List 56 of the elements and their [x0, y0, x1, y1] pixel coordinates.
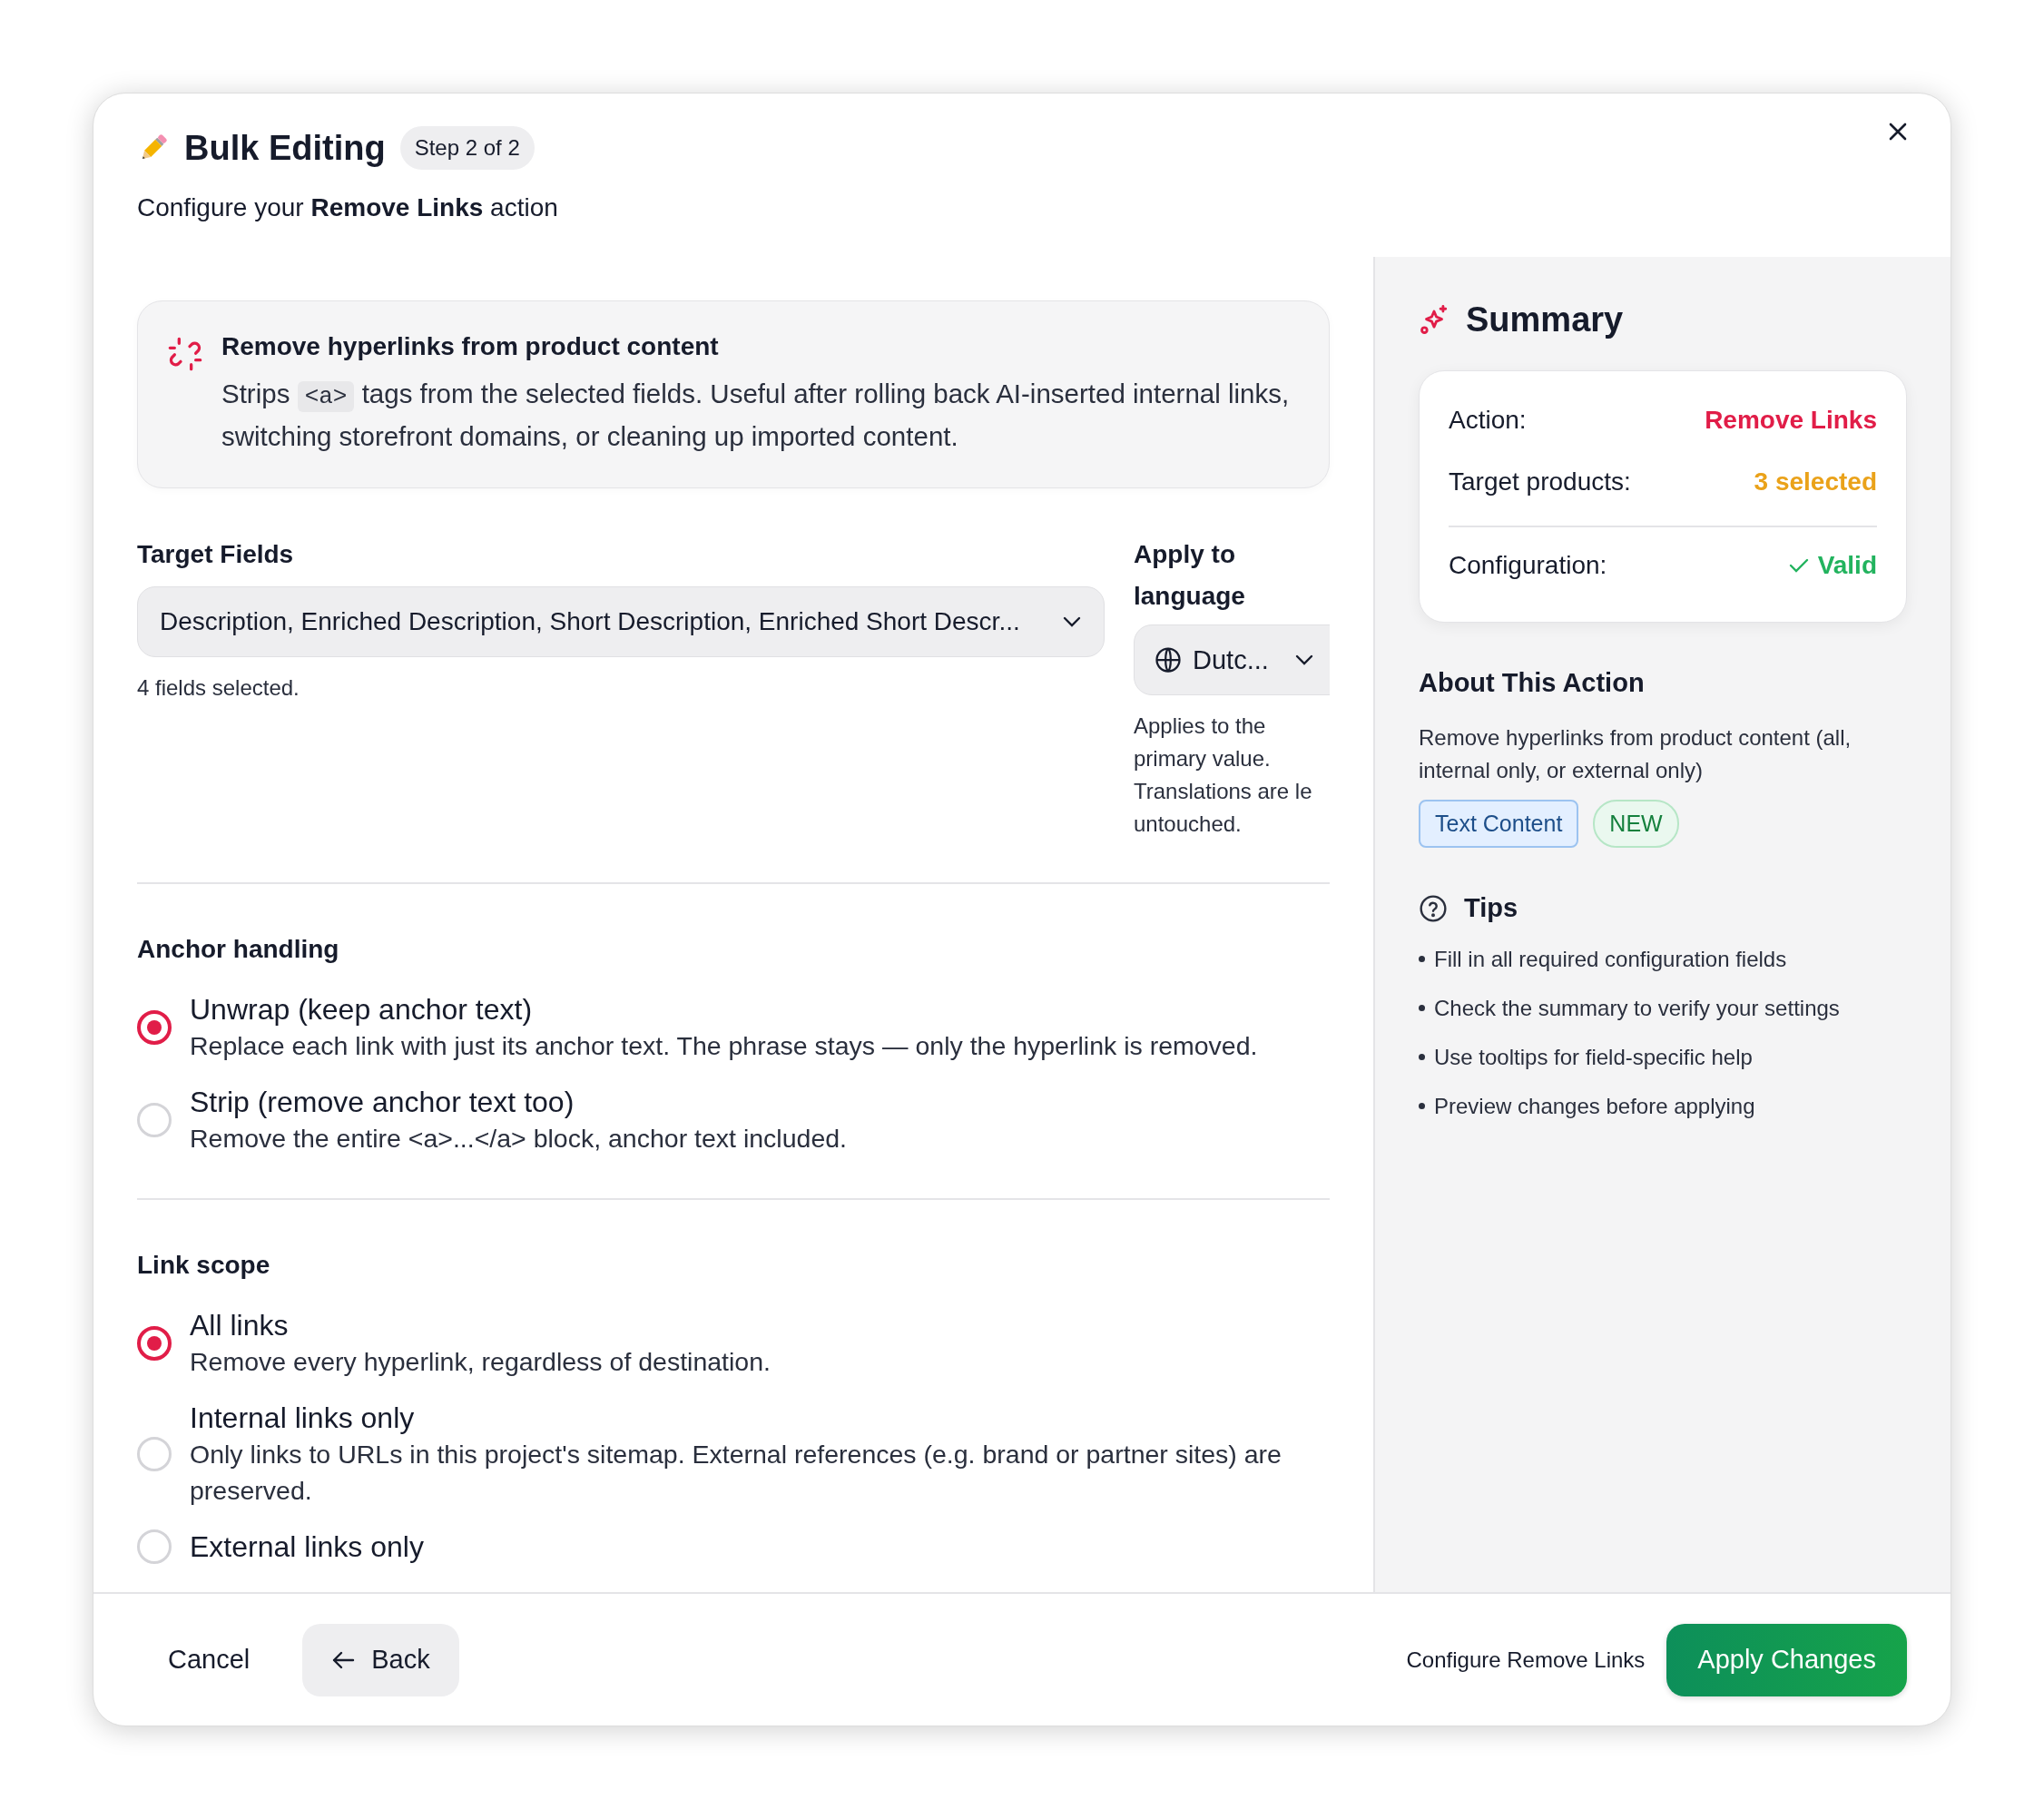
- sparkle-icon: [1419, 304, 1449, 336]
- new-badge: NEW: [1593, 800, 1679, 848]
- option-title: All links: [190, 1308, 290, 1343]
- summary-label: Target products:: [1449, 467, 1631, 497]
- option-description: Remove every hyperlink, regardless of destination.: [190, 1346, 771, 1378]
- summary-value: Valid: [1817, 551, 1877, 580]
- info-title: Remove hyperlinks from product content: [221, 332, 720, 361]
- chevron-down-icon: [1062, 615, 1082, 628]
- summary-label: Configuration:: [1449, 551, 1607, 580]
- back-button[interactable]: Back: [302, 1623, 459, 1696]
- summary-label: Action:: [1449, 406, 1527, 435]
- field-label: Apply to language: [1134, 539, 1246, 612]
- check-icon: [1788, 557, 1809, 574]
- arrow-left-icon: [331, 1649, 356, 1670]
- bullet-icon: [1419, 1005, 1425, 1011]
- option-title: Strip (remove anchor text too): [190, 1085, 575, 1120]
- summary-value: Remove Links: [1705, 406, 1877, 435]
- language-dropdown[interactable]: Dutc...: [1134, 624, 1330, 695]
- cancel-button[interactable]: Cancel: [137, 1627, 281, 1693]
- info-text: Strips <a> tags from the selected fields. Useful after rolling back AI-inserted internal links, switching storefront domains, or cleaning up imported content.: [221, 378, 1291, 453]
- option-description: Only links to URLs in this project's sitemap. External references (e.g. brand or partner sites) are preserved.: [190, 1439, 1282, 1507]
- option-title: Unwrap (keep anchor text): [190, 992, 534, 1027]
- dialog-subtitle: Configure your Remove Links action: [137, 193, 559, 222]
- bullet-icon: [1419, 956, 1425, 962]
- target-fields-dropdown[interactable]: Description, Enriched Description, Short Description, Enriched Short Descr...: [137, 586, 1105, 657]
- broken-link-icon: [167, 336, 203, 372]
- tip-text: Check the summary to verify your settings: [1434, 996, 1840, 1021]
- tip-text: Preview changes before applying: [1434, 1094, 1755, 1119]
- option-title: Internal links only: [190, 1401, 416, 1436]
- help-icon: [1419, 893, 1448, 923]
- step-badge: Step 2 of 2: [399, 126, 535, 170]
- footer-hint: Configure Remove Links: [1406, 1647, 1646, 1673]
- radio-button[interactable]: [137, 1326, 172, 1361]
- bullet-icon: [1419, 1103, 1425, 1109]
- section-label: Link scope: [137, 1251, 271, 1280]
- section-heading: Tips: [1464, 893, 1518, 923]
- summary-value: 3 selected: [1754, 467, 1877, 497]
- radio-button[interactable]: [137, 1010, 172, 1045]
- dialog-title: Bulk Editing: [184, 128, 386, 168]
- section-heading: About This Action: [1419, 668, 1646, 698]
- tip-text: Use tooltips for field-specific help: [1434, 1045, 1753, 1070]
- option-description: Replace each link with just its anchor text. The phrase stays — only the hyperlink is removed.: [190, 1030, 1258, 1062]
- option-description: Remove the entire <a>...</a> block, anchor text included.: [190, 1123, 848, 1155]
- summary-title: Summary: [1466, 300, 1624, 339]
- category-tag: Text Content: [1419, 800, 1579, 848]
- about-description: Remove hyperlinks from product content (all, internal only, or external only): [1419, 724, 1852, 784]
- field-label: Target Fields: [137, 539, 295, 570]
- option-title: External links only: [190, 1529, 424, 1565]
- helper-text: 4 fields selected.: [137, 675, 300, 701]
- tip-text: Fill in all required configuration fields: [1434, 947, 1787, 972]
- section-label: Anchor handling: [137, 935, 340, 964]
- bullet-icon: [1419, 1054, 1425, 1060]
- globe-icon: [1155, 646, 1182, 674]
- apply-changes-button[interactable]: Apply Changes: [1666, 1623, 1907, 1696]
- helper-text: Applies to the primary value. Translations are le untouched.: [1134, 713, 1313, 838]
- chevron-down-icon: [1293, 654, 1314, 666]
